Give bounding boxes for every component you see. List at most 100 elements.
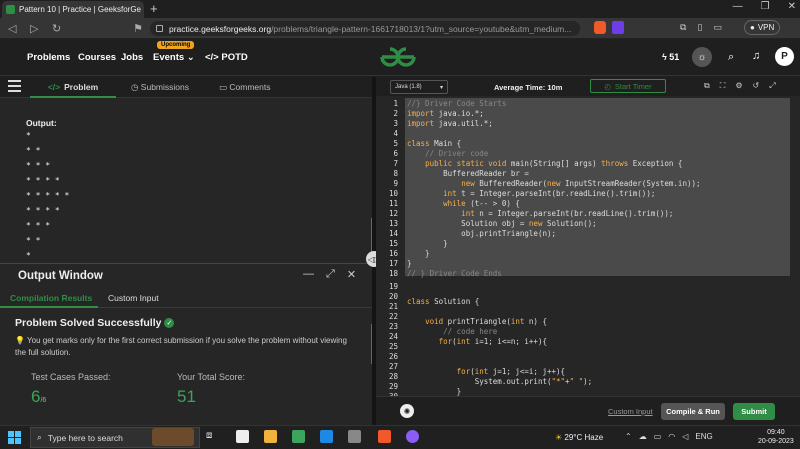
cloud-icon[interactable]: ☁: [639, 432, 647, 441]
nav-events[interactable]: Events ⌄: [153, 52, 195, 63]
tab-submissions[interactable]: ◷ Submissions: [131, 82, 189, 93]
weather-widget[interactable]: ☀ 29°C Haze: [555, 433, 603, 442]
language-select[interactable]: Java (1.8) ▾: [390, 80, 448, 94]
nav-potd[interactable]: </> POTD: [205, 52, 248, 63]
copy-icon[interactable]: ⧉: [704, 81, 710, 91]
custom-input-link[interactable]: Custom Input: [608, 407, 653, 416]
line-number: 12: [388, 209, 398, 218]
extensions-icon[interactable]: ⧉: [680, 22, 686, 33]
nav-courses[interactable]: Courses: [78, 52, 116, 63]
line-number: 5: [393, 139, 398, 148]
average-time: Average Time: 10m: [494, 83, 563, 92]
search-icon[interactable]: ⌕: [728, 51, 734, 64]
theme-toggle-sun-icon[interactable]: ☼: [692, 47, 712, 67]
volume-icon[interactable]: ◁: [682, 432, 688, 441]
url-field[interactable]: practice.geeksforgeeks.org /problems/tri…: [150, 21, 580, 36]
window-close-icon[interactable]: ✕: [788, 1, 796, 12]
minimize-icon[interactable]: —: [733, 1, 743, 12]
line-number: 9: [393, 179, 398, 188]
browser-tab[interactable]: Pattern 10 | Practice | GeeksforGe ×: [2, 1, 144, 18]
close-icon[interactable]: ✕: [347, 268, 356, 281]
start-timer-button[interactable]: ◴ Start Timer: [590, 79, 666, 93]
gfg-logo[interactable]: [378, 43, 418, 71]
settings-icon[interactable]: ⚙: [735, 81, 742, 91]
line-number: 7: [393, 159, 398, 168]
code-line: for(int i=1; i<=n; i++){: [438, 337, 547, 346]
reset-icon[interactable]: ↺: [753, 81, 760, 91]
expand-icon[interactable]: ⤢: [326, 268, 335, 281]
line-number: 8: [393, 169, 398, 178]
line-number: 22: [388, 312, 398, 321]
mail-icon[interactable]: [320, 430, 333, 443]
compile-run-button[interactable]: Compile & Run: [661, 403, 725, 420]
gfg-favicon-icon: [6, 5, 15, 14]
task-view-icon[interactable]: ⧈: [206, 430, 212, 441]
hint-lightbulb-icon[interactable]: ✺: [400, 404, 414, 418]
score-label: Your Total Score:: [177, 372, 246, 382]
windows-start-icon[interactable]: [8, 431, 21, 444]
output-window-title: Output Window: [18, 270, 103, 282]
system-tray: ⌃ ☁ ▭ ◠ ◁ ENG: [625, 432, 713, 441]
tab-compilation-results[interactable]: Compilation Results: [10, 293, 92, 303]
taskbar-search-placeholder: Type here to search: [47, 432, 123, 443]
brave-rewards-icon[interactable]: [612, 21, 624, 34]
language-indicator[interactable]: ENG: [695, 432, 712, 441]
nav-problems[interactable]: Problems: [27, 52, 70, 63]
chevron-down-icon: ⌄: [186, 52, 195, 63]
star-line: * *: [26, 146, 41, 155]
sidebar-icon[interactable]: ▯: [697, 22, 702, 33]
status-message: Problem Solved Successfully ✓: [15, 317, 175, 329]
active-tab-underline: [0, 306, 98, 308]
maximize-icon[interactable]: ⤢: [769, 81, 775, 91]
line-number: 17: [388, 259, 398, 268]
wifi-icon[interactable]: ◠: [668, 432, 675, 441]
maximize-icon[interactable]: ❐: [761, 1, 770, 12]
brave-shield-icon[interactable]: [594, 21, 606, 34]
line-number: 28: [388, 372, 398, 381]
line-number: 16: [388, 249, 398, 258]
menu-hamburger-icon[interactable]: [8, 80, 21, 92]
tab-problem[interactable]: </> Problem: [30, 77, 116, 98]
avatar[interactable]: P: [775, 47, 794, 66]
code-line: for(int j=1; j<=i; j++){: [456, 367, 566, 376]
minimize-icon[interactable]: —: [303, 268, 314, 281]
star-line: * * *: [26, 221, 51, 230]
marks-note-text: You get marks only for the first correct…: [15, 336, 347, 357]
code-line: // code here: [443, 327, 498, 336]
line-number: 11: [388, 199, 398, 208]
tab-comments-label: Comments: [229, 82, 271, 92]
wallet-icon[interactable]: ▭: [713, 22, 722, 33]
nav-jobs[interactable]: Jobs: [121, 52, 143, 63]
file-explorer-icon[interactable]: [264, 430, 277, 443]
brave-browser-icon[interactable]: [378, 430, 391, 443]
taskbar-clock[interactable]: 09:40 20-09-2023: [758, 428, 794, 446]
store-icon[interactable]: [292, 430, 305, 443]
notepad-icon[interactable]: [236, 430, 249, 443]
submit-button[interactable]: Submit: [733, 403, 775, 420]
network-icon[interactable]: ▭: [654, 432, 662, 441]
new-tab-icon[interactable]: +: [150, 1, 158, 16]
output-heading: Output:: [26, 118, 57, 128]
search-highlight-icon[interactable]: [152, 428, 194, 446]
app-icon[interactable]: [406, 430, 419, 443]
bookmark-icon[interactable]: ⚑: [133, 22, 143, 35]
vpn-button[interactable]: ● VPN: [744, 20, 781, 35]
media-icon[interactable]: [348, 430, 361, 443]
reload-icon[interactable]: ↻: [52, 22, 61, 35]
code-line: BufferedReader br =: [407, 169, 529, 178]
bell-icon[interactable]: ♫: [752, 50, 760, 62]
back-icon[interactable]: ◁: [8, 22, 16, 35]
code-line: import java.util.*;: [407, 119, 493, 128]
tab-comments[interactable]: ▭ Comments: [219, 82, 271, 93]
upcoming-badge: Upcoming: [157, 41, 195, 49]
lock-icon: [156, 25, 163, 32]
code-line: obj.printTriangle(n);: [407, 229, 557, 238]
clock-date: 20-09-2023: [758, 438, 794, 445]
fullscreen-icon[interactable]: ⛶: [720, 81, 726, 91]
line-number: 23: [388, 322, 398, 331]
code-line: // } Driver Code Ends: [407, 269, 502, 278]
forward-icon[interactable]: ▷: [30, 22, 38, 35]
chevron-up-icon[interactable]: ⌃: [625, 432, 632, 441]
streak-counter[interactable]: ϟ 51: [662, 52, 679, 62]
tab-custom-input[interactable]: Custom Input: [108, 293, 159, 303]
